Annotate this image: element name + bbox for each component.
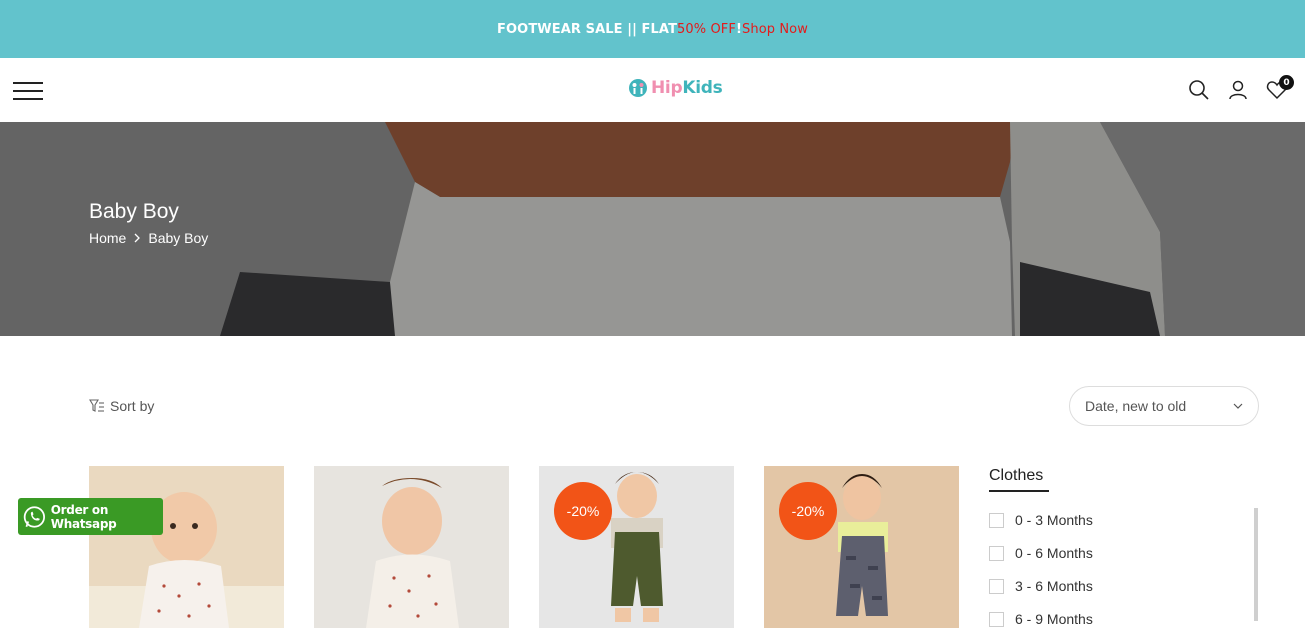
product-card[interactable]: -20% (764, 466, 959, 628)
sort-select-value: Date, new to old (1085, 398, 1187, 414)
filter-icon (89, 399, 104, 412)
breadcrumb-current: Baby Boy (148, 230, 209, 246)
whatsapp-order-button[interactable]: Order on Whatsapp (18, 498, 163, 535)
filter-option-label: 0 - 3 Months (1015, 512, 1093, 528)
chevron-right-icon (134, 233, 141, 243)
sort-by-label: Sort by (110, 398, 155, 414)
filter-option-label: 3 - 6 Months (1015, 578, 1093, 594)
chevron-down-icon (1233, 403, 1243, 409)
breadcrumb-home[interactable]: Home (89, 230, 126, 246)
page-title: Baby Boy (89, 200, 179, 223)
product-card[interactable] (89, 466, 284, 628)
whatsapp-icon (23, 505, 45, 528)
filter-option[interactable]: 6 - 9 Months (989, 611, 1093, 627)
announcement-text: FOOTWEAR SALE || FLAT (497, 21, 678, 37)
menu-icon[interactable] (13, 82, 43, 100)
filter-title-underline (989, 490, 1049, 492)
announcement-bar: FOOTWEAR SALE || FLAT 50% OFF ! Shop Now (0, 0, 1305, 58)
collection-hero: Baby Boy Home Baby Boy (0, 122, 1305, 336)
shop-now-link[interactable]: Shop Now (742, 22, 808, 37)
filter-group-title: Clothes (989, 467, 1044, 484)
announcement-highlight: 50% OFF (677, 21, 736, 37)
filter-option-label: 0 - 6 Months (1015, 545, 1093, 561)
filter-option[interactable]: 0 - 6 Months (989, 545, 1093, 561)
filter-checkbox[interactable] (989, 578, 1004, 594)
product-card[interactable]: -20% (539, 466, 734, 628)
site-header: HipKids (0, 58, 1305, 122)
filter-checkbox[interactable] (989, 611, 1004, 627)
sort-by-button[interactable]: Sort by (89, 398, 154, 414)
logo[interactable]: HipKids (628, 78, 723, 98)
sort-select[interactable]: Date, new to old (1069, 386, 1259, 426)
filter-option-label: 6 - 9 Months (1015, 611, 1093, 627)
logo-mark-icon (629, 79, 647, 97)
filter-checkbox[interactable] (989, 545, 1004, 561)
sale-badge: -20% (554, 482, 612, 540)
whatsapp-label: Order on Whatsapp (50, 502, 117, 531)
product-image (314, 466, 509, 628)
product-card[interactable] (314, 466, 509, 628)
wishlist-count-badge: 0 (1279, 75, 1294, 90)
sale-badge: -20% (779, 482, 837, 540)
product-image (89, 466, 284, 628)
search-icon[interactable] (1187, 78, 1211, 102)
logo-text: HipKids (651, 78, 723, 98)
filter-option[interactable]: 0 - 3 Months (989, 512, 1093, 528)
breadcrumb: Home Baby Boy (89, 230, 208, 246)
filter-scrollbar-thumb[interactable] (1254, 508, 1258, 621)
filter-option[interactable]: 3 - 6 Months (989, 578, 1093, 594)
filter-checkbox[interactable] (989, 512, 1004, 528)
account-icon[interactable] (1226, 78, 1250, 102)
